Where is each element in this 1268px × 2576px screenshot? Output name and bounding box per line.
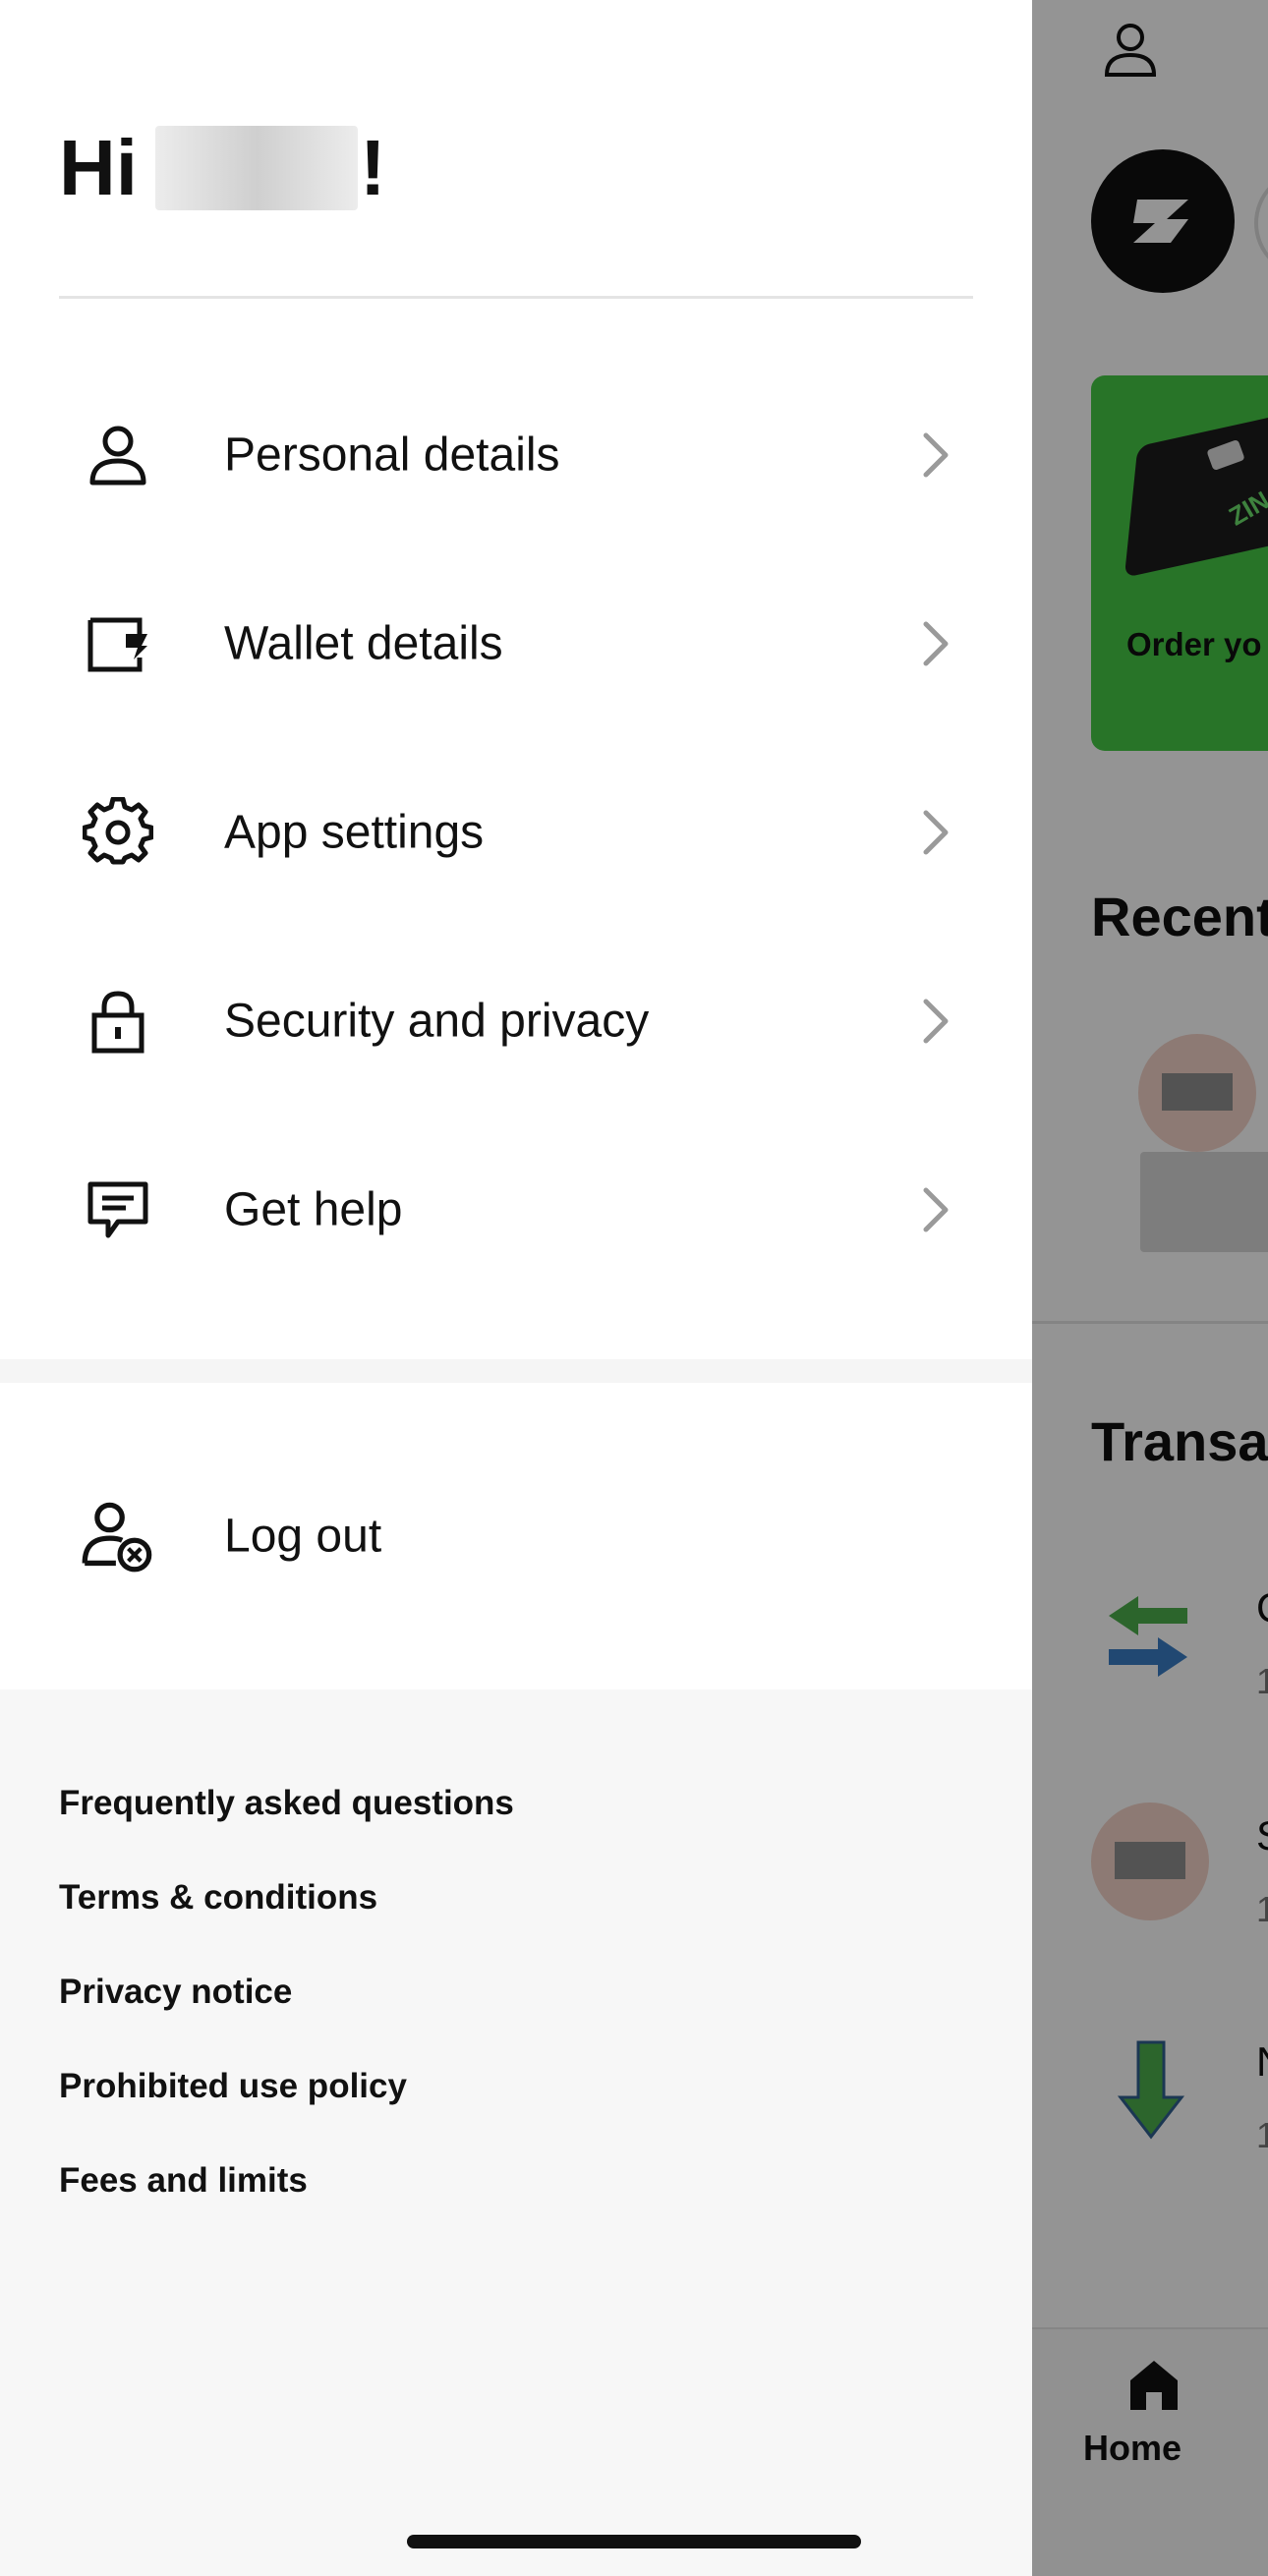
chat-bubble-icon [87, 1181, 148, 1238]
greeting-suffix: ! [360, 124, 386, 211]
link-prohibited-use-policy[interactable]: Prohibited use policy [59, 2067, 407, 2106]
menu-item-security-privacy[interactable]: Security and privacy [0, 927, 1032, 1116]
link-faq[interactable]: Frequently asked questions [59, 1784, 514, 1823]
link-terms-conditions[interactable]: Terms & conditions [59, 1878, 377, 1918]
drawer-main-panel: Hi ! Personal details Wallet details App… [0, 0, 1032, 1359]
logout-button[interactable]: Log out [0, 1442, 1032, 1631]
secondary-chip[interactable] [1254, 169, 1268, 277]
background-app: ZIN Order yo card Recent Transa C 1 S 1 … [1032, 0, 1268, 2576]
person-icon [89, 426, 146, 486]
greeting-prefix: Hi [59, 124, 138, 211]
chevron-right-icon [923, 999, 949, 1044]
chevron-right-icon [923, 621, 949, 666]
section-separator [0, 1359, 1032, 1383]
nav-home-label[interactable]: Home [1083, 2428, 1182, 2469]
chevron-right-icon [923, 432, 949, 478]
transaction-title: C [1256, 1584, 1268, 1631]
gear-icon [83, 797, 153, 865]
transfer-arrows-icon [1109, 1596, 1187, 1677]
logout-section: Log out [0, 1383, 1032, 1689]
menu-item-label: Personal details [224, 429, 560, 482]
menu-item-wallet-details[interactable]: Wallet details [0, 549, 1032, 738]
section-divider [1032, 1321, 1268, 1324]
chevron-right-icon [923, 1187, 949, 1232]
app-logo-icon[interactable] [1091, 149, 1235, 293]
transaction-subtitle: 1 [1256, 1889, 1268, 1929]
recent-section-title: Recent [1091, 886, 1268, 947]
menu-item-label: App settings [224, 806, 485, 859]
user-name-blurred [155, 126, 358, 210]
menu-item-personal-details[interactable]: Personal details [0, 361, 1032, 549]
wallet-icon [87, 617, 147, 672]
menu-item-get-help[interactable]: Get help [0, 1116, 1032, 1304]
recent-contact-name-blurred [1140, 1152, 1268, 1252]
menu-item-label: Get help [224, 1183, 403, 1236]
greeting-divider [59, 296, 973, 299]
lock-icon [91, 991, 144, 1054]
zigzag-logo-icon [1133, 200, 1188, 243]
user-remove-icon [82, 1502, 152, 1573]
download-arrow-icon [1117, 2040, 1185, 2140]
recent-contact-avatar[interactable] [1138, 1034, 1256, 1152]
home-icon[interactable] [1124, 2355, 1183, 2414]
transaction-title: S [1256, 1812, 1268, 1860]
home-indicator[interactable] [407, 2535, 861, 2548]
link-fees-limits[interactable]: Fees and limits [59, 2161, 308, 2201]
profile-icon[interactable] [1101, 20, 1160, 79]
order-card-banner[interactable]: ZIN Order yo card [1091, 375, 1268, 751]
menu-item-app-settings[interactable]: App settings [0, 738, 1032, 927]
menu-item-label: Wallet details [224, 617, 503, 670]
menu-item-label: Security and privacy [224, 995, 650, 1048]
transaction-title: N [1256, 2038, 1268, 2086]
link-privacy-notice[interactable]: Privacy notice [59, 1973, 292, 2012]
logout-label: Log out [224, 1510, 382, 1563]
side-drawer: Hi ! Personal details Wallet details App… [0, 0, 1032, 2576]
card-illustration [1124, 399, 1268, 578]
transaction-subtitle: 1 [1256, 1661, 1268, 1701]
chevron-right-icon [923, 810, 949, 855]
transaction-avatar [1091, 1803, 1209, 1920]
transaction-subtitle: 1 [1256, 2115, 1268, 2155]
greeting: Hi ! [59, 123, 386, 213]
transactions-section-title: Transa [1091, 1410, 1268, 1472]
order-card-text: Order yo card [1126, 626, 1268, 662]
